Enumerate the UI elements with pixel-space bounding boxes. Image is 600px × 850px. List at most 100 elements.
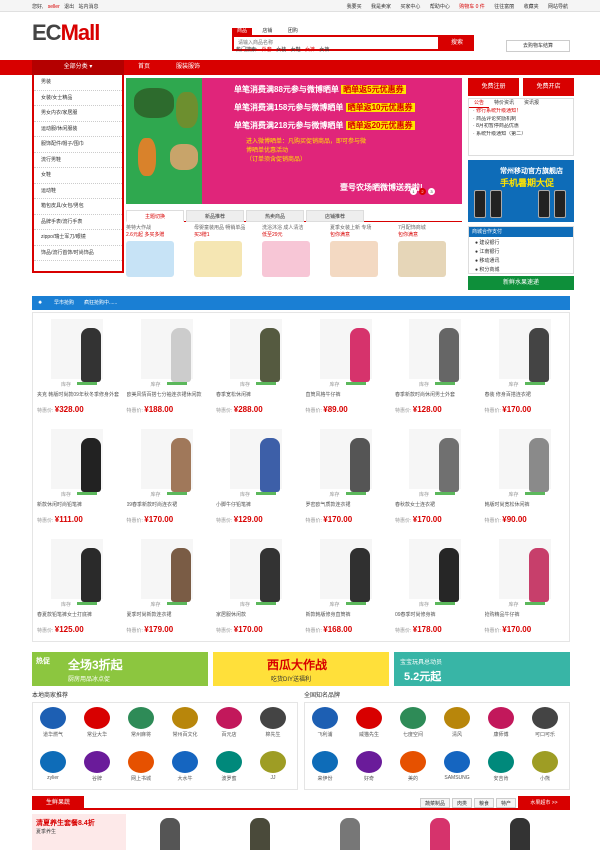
category-item[interactable]: 运动服/休闲服装 xyxy=(34,122,122,137)
brand-item[interactable]: 飞利浦 xyxy=(305,703,345,747)
product-name[interactable]: 09春季时尚修身裤 xyxy=(395,611,477,618)
product-name[interactable]: 抢购精品牛仔裤 xyxy=(485,611,567,618)
product-card[interactable]: 库存 抢购精品牛仔裤 特惠价: ¥170.00 xyxy=(481,533,570,643)
product-image[interactable] xyxy=(319,539,372,602)
search-button[interactable]: 搜索 xyxy=(440,35,474,51)
hot-word[interactable]: 女裤 xyxy=(319,47,329,53)
brand-item[interactable]: 网上书城 xyxy=(121,747,161,791)
product-name[interactable]: 春季新款时尚休闲男士外套 xyxy=(395,391,477,398)
product-image[interactable] xyxy=(51,429,103,492)
brand-item[interactable]: 来伊份 xyxy=(305,747,345,791)
banner-dot[interactable]: 3 xyxy=(428,188,435,195)
brand-item[interactable]: zylier xyxy=(33,747,73,791)
tab-new[interactable]: 新品推荐 xyxy=(186,210,244,222)
product-card[interactable]: 库存 新款休闲时尚铅笔裤 特惠价: ¥111.00 xyxy=(33,423,122,533)
featured-item[interactable]: 母婴童装用品 畅销单品 买3赠1 xyxy=(194,224,250,286)
product-name[interactable]: 直筒风格牛仔裤 xyxy=(306,391,388,398)
product-name[interactable]: 家居服休闲款 xyxy=(216,611,298,618)
product-image[interactable] xyxy=(319,429,372,492)
cart-count-link[interactable]: 购物车 0 件 xyxy=(459,4,485,10)
product-card[interactable]: 库存 09春季新款时尚连衣裙 特惠价: ¥170.00 xyxy=(123,423,212,533)
product-card[interactable]: 库存 夹克 韩版时尚款09年秋冬季修身外套 特惠价: ¥328.00 xyxy=(33,313,122,423)
product-name[interactable]: 春夏款铅笔裤女士打底裤 xyxy=(37,611,119,618)
product-image[interactable] xyxy=(498,429,551,492)
product-image[interactable] xyxy=(510,818,530,850)
brand-item[interactable]: 小熊 xyxy=(525,747,565,791)
partner-link[interactable]: ● 江南银行 xyxy=(475,248,522,257)
product-name[interactable]: 春秋款女士连衣裙 xyxy=(395,501,477,508)
featured-item[interactable]: 洗浴沐浴 成人清洁 低至29元 xyxy=(262,224,318,286)
store-link[interactable]: 往往富丽 xyxy=(494,4,514,10)
fruit-delivery-button[interactable]: 新鲜水果速递 xyxy=(468,276,574,290)
product-card[interactable]: 库存 小脚牛仔铅笔裤 特惠价: ¥129.00 xyxy=(212,423,301,533)
hot-word[interactable]: 女裤 xyxy=(305,47,315,53)
product-image[interactable] xyxy=(340,818,360,850)
brand-item[interactable]: 波罗蜜 xyxy=(209,747,249,791)
featured-item[interactable]: 英特大作战 2.6元起 多买多赠 xyxy=(126,224,182,286)
product-image[interactable] xyxy=(409,539,461,602)
hot-word[interactable]: 女鞋 xyxy=(291,47,301,53)
product-name[interactable]: 新款休闲时尚铅笔裤 xyxy=(37,501,119,508)
product-image[interactable] xyxy=(230,539,282,602)
fruit-market-link[interactable]: 水果超市 >> xyxy=(518,796,570,810)
brand-item[interactable]: 美的 xyxy=(393,747,433,791)
brand-item[interactable]: 棉先生 xyxy=(253,703,293,747)
product-name[interactable]: 春装 修身百搭连衣裙 xyxy=(485,391,567,398)
buyer-center-menu[interactable]: 买家中心 xyxy=(400,4,420,10)
category-item[interactable]: 箱包皮具/女包/男包 xyxy=(34,199,122,215)
logout-link[interactable]: 退出 xyxy=(64,4,74,10)
product-image[interactable] xyxy=(430,818,450,850)
fresh-promo[interactable]: 清夏养生套餐8.4折 夏季养生 xyxy=(32,814,126,850)
product-card[interactable]: 库存 新款韩版修身直筒裤 特惠价: ¥168.00 xyxy=(302,533,391,643)
tab-hot[interactable]: 热卖商品 xyxy=(246,210,304,222)
brand-item[interactable]: 百元店 xyxy=(209,703,249,747)
product-card[interactable]: 库存 09春季时尚修身裤 特惠价: ¥178.00 xyxy=(391,533,480,643)
tab-theme[interactable]: 主题切换 xyxy=(126,210,184,222)
category-item[interactable]: 饰品/流行首饰/时尚饰品 xyxy=(34,246,122,261)
cart-button[interactable]: 去购物车结算 xyxy=(506,40,570,52)
fresh-tab[interactable]: 特产 xyxy=(495,798,516,808)
hot-word[interactable]: 外套 xyxy=(262,47,272,53)
product-name[interactable]: 新款韩版修身直筒裤 xyxy=(306,611,388,618)
brand-item[interactable]: JJ xyxy=(253,747,293,791)
all-categories-button[interactable]: 全部分类 ▾ xyxy=(32,60,124,75)
site-logo[interactable]: ECMall xyxy=(32,20,100,46)
category-item[interactable]: 服饰配件/帽子/围巾 xyxy=(34,137,122,153)
brand-item[interactable]: 常州麻将 xyxy=(121,703,161,747)
nav-item-apparel[interactable]: 服装服饰 xyxy=(176,60,200,75)
brand-item[interactable]: 好奇 xyxy=(349,747,389,791)
product-card[interactable]: 库存 罗密欧气质款连衣裙 特惠价: ¥170.00 xyxy=(302,423,391,533)
product-image[interactable] xyxy=(140,319,193,382)
username-link[interactable]: seller xyxy=(48,4,60,10)
product-card[interactable]: 库存 直筒风格牛仔裤 特惠价: ¥89.00 xyxy=(302,313,391,423)
brand-item[interactable]: 威猫先生 xyxy=(349,703,389,747)
fresh-tab[interactable]: 肉类 xyxy=(451,798,472,808)
news-tab[interactable]: 公告 xyxy=(469,99,490,108)
product-name[interactable]: 夹克 韩版时尚款09年秋冬季修身外套 xyxy=(37,391,119,398)
banner-dot-active[interactable]: 2 xyxy=(419,188,426,195)
brand-item[interactable]: 安吉肯 xyxy=(481,747,521,791)
ad-toys[interactable]: 宝宝玩具总动员 5.2元起 xyxy=(394,652,570,686)
product-card[interactable]: 库存 春夏款铅笔裤女士打底裤 特惠价: ¥125.00 xyxy=(33,533,122,643)
category-item[interactable]: 女鞋 xyxy=(34,168,122,184)
product-image[interactable] xyxy=(498,319,551,382)
brand-item[interactable]: 大水牛 xyxy=(165,747,205,791)
product-image[interactable] xyxy=(140,539,193,602)
product-name[interactable]: 09春季新款时尚连衣裙 xyxy=(127,501,209,508)
product-card[interactable]: 库存 欧美风情百搭七分袖连衣裙休闲款 特惠价: ¥188.00 xyxy=(123,313,212,423)
news-tab[interactable]: 特价资讯 xyxy=(489,99,519,108)
brand-item[interactable]: 七度空间 xyxy=(393,703,433,747)
news-item[interactable]: · 8月初暂停商品优惠 xyxy=(473,123,573,131)
help-menu[interactable]: 帮助中心 xyxy=(430,4,450,10)
brand-item[interactable]: 常州百文化 xyxy=(165,703,205,747)
product-name[interactable]: 欧美风情百搭七分袖连衣裙休闲款 xyxy=(127,391,209,398)
product-name[interactable]: 罗密欧气质款连衣裙 xyxy=(306,501,388,508)
product-image[interactable] xyxy=(51,539,103,602)
category-item[interactable]: 女装/女士精品 xyxy=(34,91,122,106)
seller-menu[interactable]: 我是卖家 xyxy=(371,4,391,10)
product-image[interactable] xyxy=(409,319,461,382)
category-item[interactable]: 男女内衣/家居服 xyxy=(34,106,122,122)
product-image[interactable] xyxy=(51,319,103,382)
search-tab-group[interactable]: 团购 xyxy=(283,28,303,35)
open-store-button[interactable]: 免费开店 xyxy=(523,78,574,96)
